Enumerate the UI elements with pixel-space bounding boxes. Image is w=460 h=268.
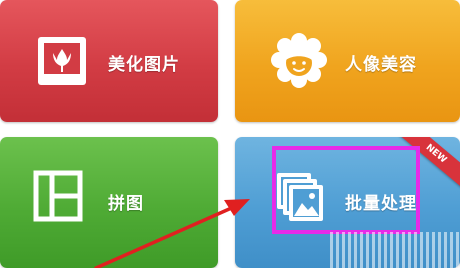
watermark-overlay <box>330 232 460 268</box>
annotation-arrow <box>94 199 250 268</box>
